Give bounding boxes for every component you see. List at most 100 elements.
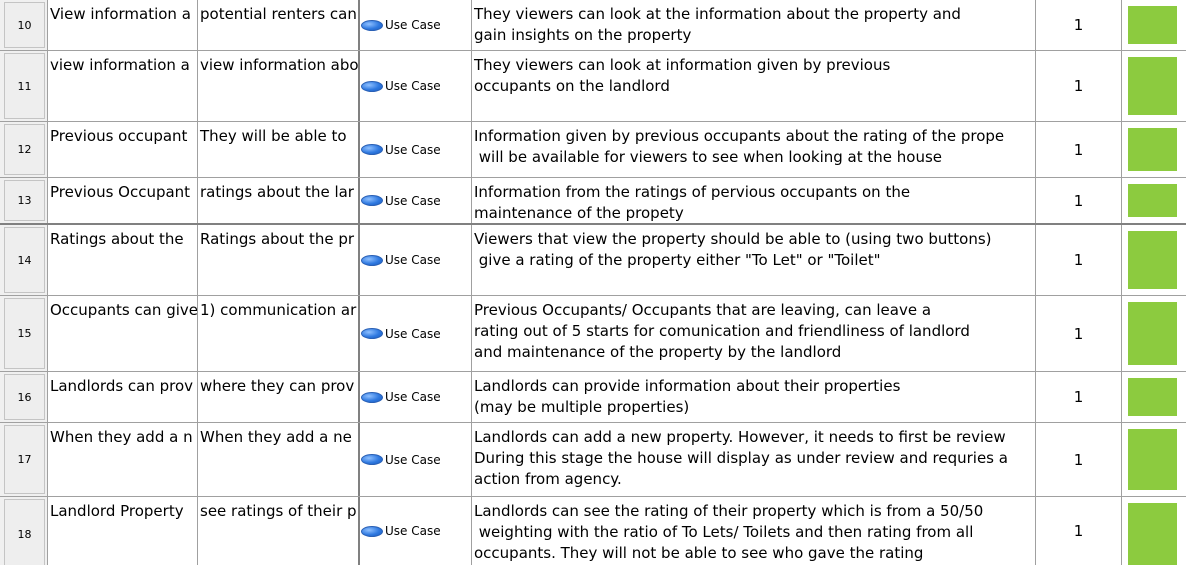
- table-row[interactable]: 18 Landlord Property see ratings of thei…: [0, 497, 1186, 565]
- use-case-icon: [361, 144, 383, 155]
- name-cell[interactable]: Previous Occupant: [48, 178, 198, 223]
- priority-cell[interactable]: 1: [1036, 225, 1122, 295]
- row-number[interactable]: 12: [4, 124, 45, 175]
- text-cell[interactable]: Viewers that view the property should be…: [472, 225, 1036, 295]
- row-number[interactable]: 10: [4, 2, 45, 48]
- description-cell[interactable]: ratings about the lar: [198, 178, 360, 223]
- status-indicator: [1128, 128, 1177, 171]
- row-number-cell[interactable]: 11: [0, 51, 48, 121]
- description-cell[interactable]: Ratings about the pr: [198, 225, 360, 295]
- status-cell[interactable]: [1122, 122, 1186, 177]
- type-wrap: Use Case: [361, 524, 441, 538]
- type-cell[interactable]: Use Case: [360, 296, 472, 371]
- table-row[interactable]: 10 View information a potential renters …: [0, 0, 1186, 51]
- table-row[interactable]: 11 view information a view information a…: [0, 51, 1186, 122]
- name-cell[interactable]: Landlord Property: [48, 497, 198, 565]
- description-cell[interactable]: potential renters can: [198, 0, 360, 50]
- description-cell[interactable]: 1) communication ar: [198, 296, 360, 371]
- table-row[interactable]: 14 Ratings about the Ratings about the p…: [0, 225, 1186, 296]
- name-cell[interactable]: Ratings about the: [48, 225, 198, 295]
- status-cell[interactable]: [1122, 51, 1186, 121]
- text-cell[interactable]: Previous Occupants/ Occupants that are l…: [472, 296, 1036, 371]
- type-cell[interactable]: Use Case: [360, 225, 472, 295]
- priority-cell[interactable]: 1: [1036, 178, 1122, 223]
- name-cell[interactable]: View information a: [48, 0, 198, 50]
- priority-cell[interactable]: 1: [1036, 296, 1122, 371]
- name-text: Previous occupant: [50, 127, 188, 145]
- priority-cell[interactable]: 1: [1036, 497, 1122, 565]
- description-cell[interactable]: see ratings of their p: [198, 497, 360, 565]
- text-cell[interactable]: Landlords can provide information about …: [472, 372, 1036, 422]
- name-text: When they add a n: [50, 428, 193, 446]
- row-number[interactable]: 14: [4, 227, 45, 293]
- row-number[interactable]: 13: [4, 180, 45, 221]
- status-cell[interactable]: [1122, 423, 1186, 496]
- name-cell[interactable]: view information a: [48, 51, 198, 121]
- row-number-cell[interactable]: 10: [0, 0, 48, 50]
- description-cell[interactable]: where they can prov: [198, 372, 360, 422]
- priority-value: 1: [1073, 522, 1084, 540]
- row-number-cell[interactable]: 18: [0, 497, 48, 565]
- type-label: Use Case: [385, 142, 441, 157]
- requirement-text: Information given by previous occupants …: [474, 127, 1005, 166]
- row-number-cell[interactable]: 16: [0, 372, 48, 422]
- type-cell[interactable]: Use Case: [360, 372, 472, 422]
- type-cell[interactable]: Use Case: [360, 497, 472, 565]
- row-number[interactable]: 15: [4, 298, 45, 369]
- name-cell[interactable]: Occupants can give: [48, 296, 198, 371]
- requirement-text: Landlords can see the rating of their pr…: [474, 502, 984, 562]
- priority-cell[interactable]: 1: [1036, 51, 1122, 121]
- status-cell[interactable]: [1122, 178, 1186, 223]
- name-cell[interactable]: Previous occupant: [48, 122, 198, 177]
- name-cell[interactable]: When they add a n: [48, 423, 198, 496]
- type-cell[interactable]: Use Case: [360, 0, 472, 50]
- text-cell[interactable]: They viewers can look at information giv…: [472, 51, 1036, 121]
- type-label: Use Case: [385, 193, 441, 208]
- priority-cell[interactable]: 1: [1036, 122, 1122, 177]
- row-number-cell[interactable]: 14: [0, 225, 48, 295]
- status-indicator: [1128, 184, 1177, 217]
- description-text: view information abo: [200, 56, 359, 74]
- description-cell[interactable]: view information abo: [198, 51, 360, 121]
- type-cell[interactable]: Use Case: [360, 51, 472, 121]
- status-indicator: [1128, 429, 1177, 490]
- status-indicator: [1128, 6, 1177, 44]
- description-cell[interactable]: When they add a ne: [198, 423, 360, 496]
- row-number-cell[interactable]: 12: [0, 122, 48, 177]
- row-number[interactable]: 11: [4, 53, 45, 119]
- table-row[interactable]: 17 When they add a n When they add a ne …: [0, 423, 1186, 497]
- status-cell[interactable]: [1122, 497, 1186, 565]
- use-case-icon: [361, 391, 383, 403]
- priority-cell[interactable]: 1: [1036, 423, 1122, 496]
- priority-value: 1: [1073, 450, 1084, 469]
- text-cell[interactable]: They viewers can look at the information…: [472, 0, 1036, 50]
- type-cell[interactable]: Use Case: [360, 423, 472, 496]
- type-cell[interactable]: Use Case: [360, 122, 472, 177]
- text-cell[interactable]: Information from the ratings of pervious…: [472, 178, 1036, 223]
- status-cell[interactable]: [1122, 372, 1186, 422]
- text-cell[interactable]: Landlords can see the rating of their pr…: [472, 497, 1036, 565]
- table-row[interactable]: 16 Landlords can prov where they can pro…: [0, 372, 1186, 423]
- table-row[interactable]: 12 Previous occupant They will be able t…: [0, 122, 1186, 178]
- table-row[interactable]: 13 Previous Occupant ratings about the l…: [0, 178, 1186, 225]
- type-cell[interactable]: Use Case: [360, 178, 472, 223]
- status-cell[interactable]: [1122, 0, 1186, 50]
- row-number-cell[interactable]: 15: [0, 296, 48, 371]
- row-number[interactable]: 16: [4, 374, 45, 420]
- type-wrap: Use Case: [361, 194, 441, 208]
- description-cell[interactable]: They will be able to: [198, 122, 360, 177]
- priority-cell[interactable]: 1: [1036, 0, 1122, 50]
- row-number-cell[interactable]: 13: [0, 178, 48, 223]
- text-cell[interactable]: Information given by previous occupants …: [472, 122, 1036, 177]
- status-cell[interactable]: [1122, 296, 1186, 371]
- priority-cell[interactable]: 1: [1036, 372, 1122, 422]
- type-label: Use Case: [385, 452, 441, 467]
- table-row[interactable]: 15 Occupants can give 1) communication a…: [0, 296, 1186, 372]
- row-number[interactable]: 18: [4, 499, 45, 565]
- row-number-cell[interactable]: 17: [0, 423, 48, 496]
- text-cell[interactable]: Landlords can add a new property. Howeve…: [472, 423, 1036, 496]
- status-indicator: [1128, 378, 1177, 416]
- row-number[interactable]: 17: [4, 425, 45, 494]
- name-cell[interactable]: Landlords can prov: [48, 372, 198, 422]
- status-cell[interactable]: [1122, 225, 1186, 295]
